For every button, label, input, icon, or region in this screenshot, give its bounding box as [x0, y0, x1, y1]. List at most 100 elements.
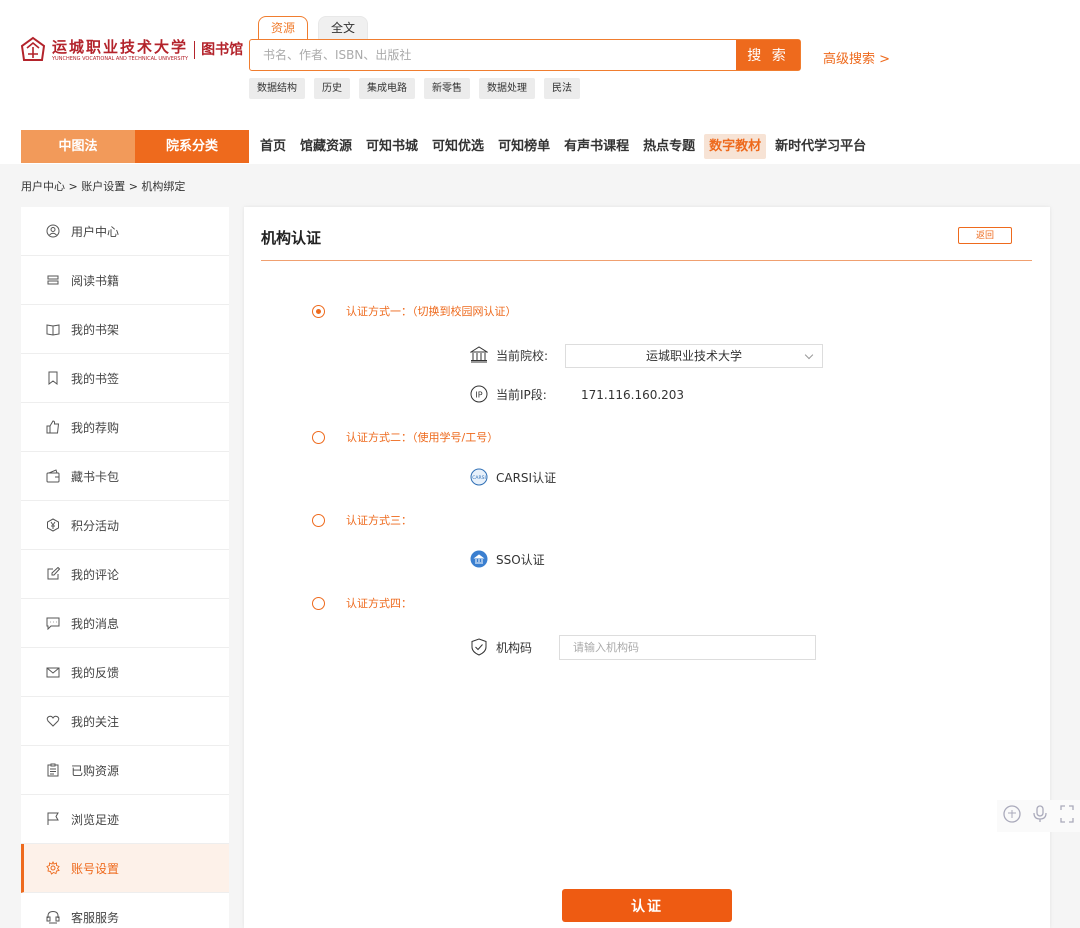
ip-label: 当前IP段: — [496, 387, 547, 402]
yen-badge-icon — [46, 518, 60, 532]
nav-collection[interactable]: 馆藏资源 — [295, 134, 357, 159]
search-button[interactable]: 搜 索 — [736, 40, 800, 70]
nav-home[interactable]: 首页 — [255, 134, 291, 159]
flag-icon — [46, 812, 60, 826]
nav-ranking[interactable]: 可知榜单 — [493, 134, 555, 159]
hot-tags: 数据结构 历史 集成电路 新零售 数据处理 民法 — [249, 78, 580, 99]
main-nav: 中图法 院系分类 首页 馆藏资源 可知书城 可知优选 可知榜单 有声书课程 热点… — [21, 130, 875, 163]
auth-method-1[interactable]: 认证方式一：（切换到校园网认证） — [312, 303, 517, 319]
sidebar-item-label: 浏览足迹 — [71, 812, 120, 827]
open-book-icon — [46, 322, 60, 336]
hot-tag[interactable]: 历史 — [314, 78, 350, 99]
auth-method-3[interactable]: 认证方式三： — [312, 512, 412, 528]
nav-selected[interactable]: 可知优选 — [427, 134, 489, 159]
university-name-en: YUNCHENG VOCATIONAL AND TECHNICAL UNIVER… — [52, 55, 189, 62]
header: 运城职业技术大学 YUNCHENG VOCATIONAL AND TECHNIC… — [0, 0, 1080, 164]
sidebar-item-recommend[interactable]: 我的荐购 — [21, 403, 229, 452]
school-select[interactable]: 运城职业技术大学 — [565, 344, 823, 368]
sidebar-item-customer-service[interactable]: 客服服务 — [21, 893, 229, 928]
hot-tag[interactable]: 新零售 — [424, 78, 470, 99]
auth-method-3-label: 认证方式三： — [346, 514, 412, 527]
sidebar-item-label: 积分活动 — [71, 518, 120, 533]
sidebar-item-account-settings[interactable]: 账号设置 — [21, 844, 229, 893]
radio-method-1[interactable] — [312, 304, 325, 318]
nav-topics[interactable]: 热点专题 — [638, 134, 700, 159]
scan-icon[interactable] — [1059, 804, 1075, 828]
sidebar-item-feedback[interactable]: 我的反馈 — [21, 648, 229, 697]
university-emblem-icon — [20, 36, 46, 61]
translate-icon[interactable] — [1002, 804, 1022, 828]
floating-toolbar — [997, 800, 1080, 832]
tab-fulltext[interactable]: 全文 — [318, 16, 369, 39]
svg-text:CARSI: CARSI — [472, 475, 486, 481]
sidebar-item-label: 我的荐购 — [71, 420, 120, 435]
nav-digital-textbook[interactable]: 数字教材 — [704, 134, 767, 159]
org-auth-panel: 机构认证 返回 认证方式一：（切换到校园网认证） 当前院校: 运城职业技术大学 … — [244, 207, 1050, 928]
library-label: 图书馆 — [194, 41, 243, 59]
sidebar-item-card-wallet[interactable]: 藏书卡包 — [21, 452, 229, 501]
auth-method-2-label: 认证方式二：（使用学号/工号） — [346, 431, 499, 444]
advanced-search-link[interactable]: 高级搜索 > — [823, 48, 890, 67]
hot-tag[interactable]: 数据结构 — [249, 78, 305, 99]
sidebar-item-label: 藏书卡包 — [71, 469, 120, 484]
nav-learning-platform[interactable]: 新时代学习平台 — [770, 134, 871, 159]
auth-method-4-label: 认证方式四： — [346, 597, 412, 610]
book-stack-icon — [46, 273, 60, 287]
auth-method-1-label: 认证方式一：（切换到校园网认证） — [346, 305, 517, 318]
carsi-label: CARSI认证 — [496, 470, 557, 485]
back-button[interactable]: 返回 — [958, 227, 1012, 244]
submit-auth-button[interactable]: 认证 — [562, 889, 732, 922]
wallet-icon — [46, 469, 60, 483]
svg-text:IP: IP — [475, 391, 482, 400]
institution-icon — [470, 346, 488, 364]
headset-icon — [46, 910, 60, 924]
library-logo[interactable]: 运城职业技术大学 YUNCHENG VOCATIONAL AND TECHNIC… — [20, 36, 243, 64]
search-input[interactable] — [250, 40, 736, 70]
breadcrumb: 用户中心 > 账户设置 > 机构绑定 — [21, 180, 186, 193]
sidebar-item-label: 我的关注 — [71, 714, 120, 729]
radio-method-3[interactable] — [312, 513, 325, 527]
sidebar-item-history[interactable]: 浏览足迹 — [21, 795, 229, 844]
sidebar-item-following[interactable]: 我的关注 — [21, 697, 229, 746]
sidebar-item-bookshelf[interactable]: 我的书架 — [21, 305, 229, 354]
sidebar-item-comments[interactable]: 我的评论 — [21, 550, 229, 599]
sidebar-item-points[interactable]: 积分活动 — [21, 501, 229, 550]
hot-tag[interactable]: 数据处理 — [479, 78, 535, 99]
sidebar-item-reading[interactable]: 阅读书籍 — [21, 256, 229, 305]
org-code-input[interactable] — [559, 635, 816, 660]
category-department-button[interactable]: 院系分类 — [135, 130, 249, 163]
sidebar-item-label: 已购资源 — [71, 763, 120, 778]
carsi-auth-link[interactable]: CARSI CARSI认证 — [470, 468, 556, 486]
sidebar: 用户中心 阅读书籍 我的书架 我的书签 我的荐购 藏书卡包 积分活动 我的评论 … — [21, 207, 229, 928]
sidebar-item-messages[interactable]: 我的消息 — [21, 599, 229, 648]
radio-method-2[interactable] — [312, 430, 325, 444]
sso-auth-link[interactable]: SSO认证 — [470, 550, 545, 568]
auth-method-2[interactable]: 认证方式二：（使用学号/工号） — [312, 429, 498, 445]
tab-resource[interactable]: 资源 — [258, 16, 309, 39]
school-select-value: 运城职业技术大学 — [645, 349, 742, 363]
nav-bookstore[interactable]: 可知书城 — [361, 134, 423, 159]
sidebar-item-label: 我的评论 — [71, 567, 120, 582]
sidebar-item-user-center[interactable]: 用户中心 — [21, 207, 229, 256]
carsi-icon: CARSI — [470, 468, 488, 486]
heart-icon — [46, 714, 60, 728]
university-name: 运城职业技术大学 — [52, 37, 189, 56]
hot-tag[interactable]: 民法 — [544, 78, 580, 99]
shield-check-icon — [470, 638, 488, 656]
sso-label: SSO认证 — [496, 552, 545, 567]
ip-icon: IP — [470, 385, 488, 403]
sidebar-item-label: 我的书签 — [71, 371, 120, 386]
category-clc-button[interactable]: 中图法 — [21, 130, 135, 163]
radio-method-4[interactable] — [312, 596, 325, 610]
org-code-label: 机构码 — [496, 640, 533, 655]
hot-tag[interactable]: 集成电路 — [359, 78, 415, 99]
sso-icon — [470, 550, 488, 568]
page-title: 机构认证 — [261, 229, 322, 247]
sidebar-item-label: 我的消息 — [71, 616, 120, 631]
auth-method-4[interactable]: 认证方式四： — [312, 595, 412, 611]
nav-audiobook[interactable]: 有声书课程 — [559, 134, 634, 159]
sidebar-item-purchased[interactable]: 已购资源 — [21, 746, 229, 795]
sidebar-item-bookmarks[interactable]: 我的书签 — [21, 354, 229, 403]
ip-value: 171.116.160.203 — [581, 388, 685, 402]
microphone-icon[interactable] — [1032, 804, 1048, 828]
